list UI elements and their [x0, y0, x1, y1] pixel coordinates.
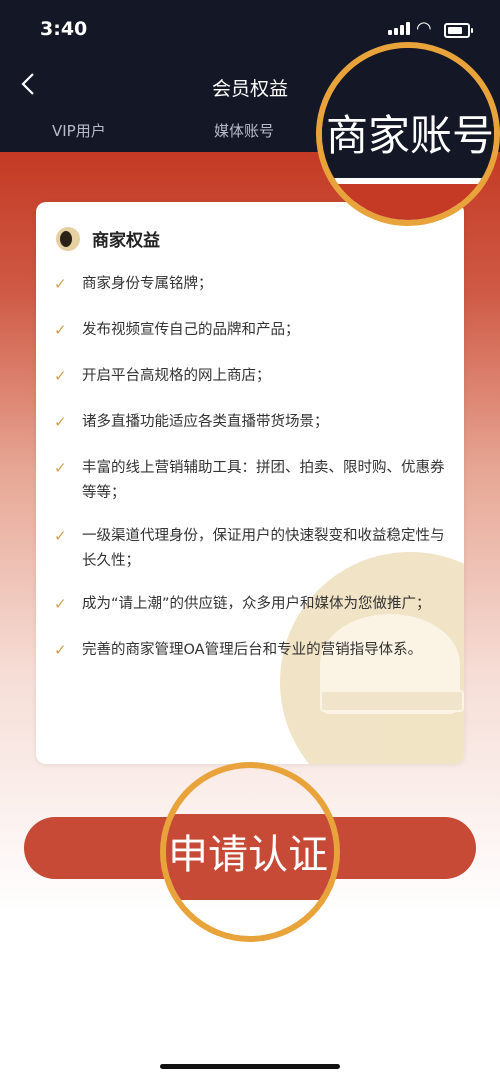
check-icon: ✓	[54, 321, 67, 339]
apply-button-label[interactable]: 申请认证	[168, 822, 328, 880]
check-icon: ✓	[54, 367, 67, 385]
merchant-logo-icon	[56, 226, 80, 251]
check-icon: ✓	[54, 275, 67, 293]
tab-merchant-account[interactable]: 商家账号	[326, 102, 494, 163]
benefit-text: 一级渠道代理身份，保证用户的快速裂变和收益稳定性与长久性；	[82, 528, 445, 569]
check-icon: ✓	[54, 459, 67, 477]
benefit-text: 商家身份专属铭牌；	[82, 276, 213, 292]
tab-active-underline	[332, 178, 494, 184]
benefit-text: 成为“请上潮”的供应链，众多用户和媒体为您做推广；	[82, 596, 431, 612]
check-icon: ✓	[54, 413, 67, 431]
home-indicator	[160, 1064, 340, 1069]
merchant-tab-magnifier[interactable]: 商家账号	[316, 42, 500, 226]
benefit-text: 完善的商家管理OA管理后台和专业的营销指导体系。	[82, 642, 423, 658]
list-item: ✓ 商家身份专属铭牌；	[54, 272, 454, 297]
status-time: 3:40	[40, 18, 88, 40]
benefit-text: 发布视频宣传自己的品牌和产品；	[82, 322, 300, 338]
benefit-text: 诸多直播功能适应各类直播带货场景；	[82, 414, 329, 430]
card-header: 商家权益	[56, 226, 160, 251]
list-item: ✓ 一级渠道代理身份，保证用户的快速裂变和收益稳定性与长久性；	[54, 524, 454, 574]
benefit-text: 开启平台高规格的网上商店；	[82, 368, 271, 384]
battery-icon	[444, 23, 473, 38]
check-icon: ✓	[54, 527, 67, 545]
benefits-card: 商家权益 ✓ 商家身份专属铭牌； ✓ 发布视频宣传自己的品牌和产品； ✓ 开启平…	[36, 202, 464, 764]
list-item: ✓ 成为“请上潮”的供应链，众多用户和媒体为您做推广；	[54, 592, 454, 617]
tab-vip-user[interactable]: VIP用户	[52, 120, 106, 141]
list-item: ✓ 丰富的线上营销辅助工具：拼团、拍卖、限时购、优惠券等等；	[54, 456, 454, 506]
tab-media-account[interactable]: 媒体账号	[214, 120, 274, 141]
list-item: ✓ 发布视频宣传自己的品牌和产品；	[54, 318, 454, 343]
benefit-text: 丰富的线上营销辅助工具：拼团、拍卖、限时购、优惠券等等；	[82, 460, 445, 501]
apply-button-magnifier[interactable]: 申请认证	[160, 762, 340, 942]
card-title: 商家权益	[92, 231, 160, 251]
list-item: ✓ 完善的商家管理OA管理后台和专业的营销指导体系。	[54, 638, 454, 663]
list-item: ✓ 诸多直播功能适应各类直播带货场景；	[54, 410, 454, 435]
list-item: ✓ 开启平台高规格的网上商店；	[54, 364, 454, 389]
check-icon: ✓	[54, 595, 67, 613]
wifi-icon: ◠	[416, 18, 432, 39]
check-icon: ✓	[54, 641, 67, 659]
signal-icon	[388, 22, 410, 35]
